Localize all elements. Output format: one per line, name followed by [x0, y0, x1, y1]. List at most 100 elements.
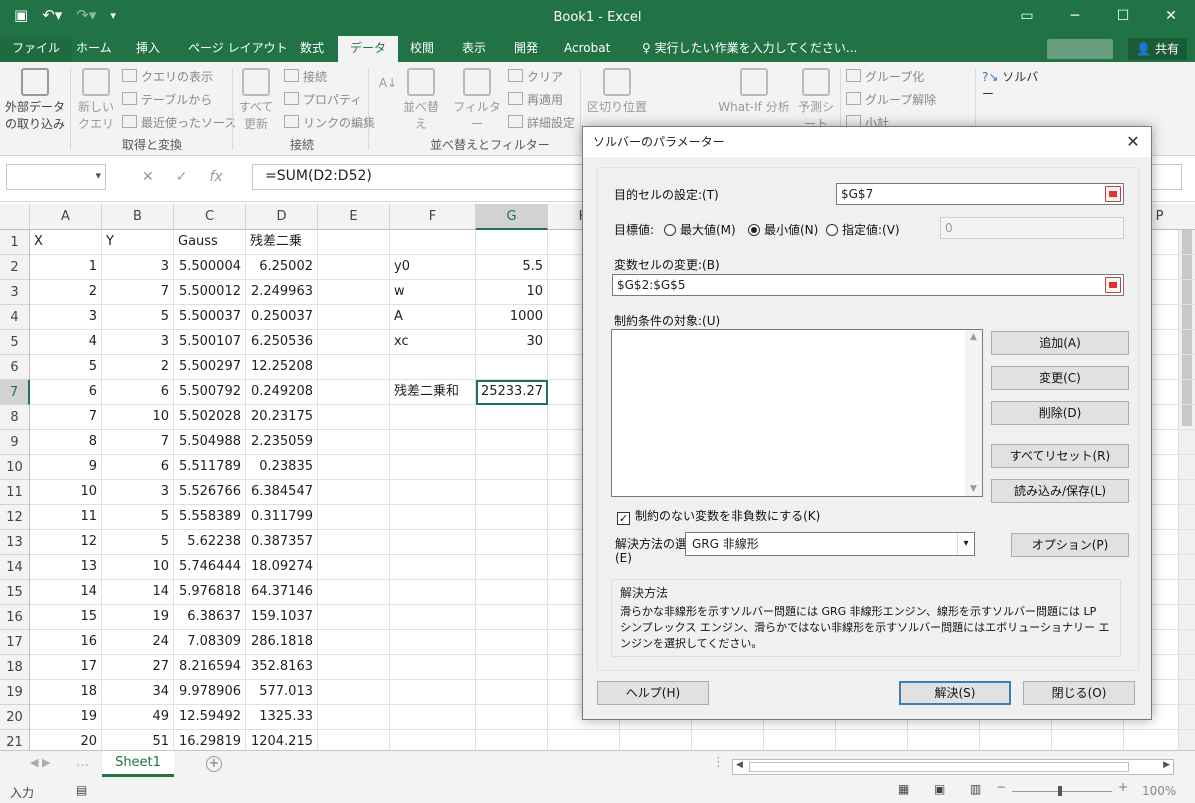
tab-4[interactable]: 数式 — [288, 36, 336, 62]
cell[interactable]: 10 — [476, 280, 548, 305]
row-header[interactable]: 17 — [0, 630, 30, 655]
new-query-button[interactable]: 新しいクエリ — [74, 68, 118, 132]
cell[interactable] — [764, 730, 836, 750]
cell[interactable]: 5.500107 — [174, 330, 246, 355]
from-table-button[interactable]: テーブルから — [122, 91, 212, 108]
scroll-thumb[interactable] — [749, 762, 1129, 772]
macro-record-icon[interactable]: ▤ — [76, 783, 87, 797]
cell[interactable]: 2 — [102, 355, 174, 380]
cell[interactable]: 5.511789 — [174, 455, 246, 480]
cell[interactable]: 7.08309 — [174, 630, 246, 655]
cell[interactable]: 5.500037 — [174, 305, 246, 330]
options-button[interactable]: オプション(P) — [1011, 533, 1129, 557]
cell[interactable]: 24 — [102, 630, 174, 655]
cell[interactable] — [318, 480, 390, 505]
radio-max[interactable]: 最大値(M) — [664, 221, 736, 238]
cell[interactable]: 3 — [102, 255, 174, 280]
group-button[interactable]: グループ化 — [846, 68, 924, 85]
cell[interactable]: 0.311799 — [246, 505, 318, 530]
cell[interactable]: 577.013 — [246, 680, 318, 705]
cell[interactable] — [390, 230, 476, 255]
cell[interactable]: 8 — [30, 430, 102, 455]
cell[interactable] — [390, 605, 476, 630]
cell[interactable] — [318, 355, 390, 380]
cell[interactable]: 5.504988 — [174, 430, 246, 455]
scroll-left-icon[interactable]: ◀ — [736, 760, 743, 770]
tab-2[interactable]: 挿入 — [124, 36, 172, 62]
cell[interactable]: Y — [102, 230, 174, 255]
sort-button[interactable]: 並べ替え — [398, 68, 444, 132]
recent-sources-button[interactable]: 最近使ったソース — [122, 114, 236, 131]
cell[interactable] — [476, 580, 548, 605]
zoom-slider-thumb[interactable] — [1058, 786, 1062, 796]
share-button[interactable]: 👤 共有 — [1128, 38, 1187, 60]
close-button[interactable]: 閉じる(O) — [1023, 681, 1135, 705]
variables-field[interactable]: $G$2:$G$5 — [612, 274, 1124, 296]
row-header[interactable]: 6 — [0, 355, 30, 380]
scroll-up-icon[interactable]: ▲ — [965, 330, 982, 342]
cell[interactable] — [390, 705, 476, 730]
cell[interactable]: 5 — [30, 355, 102, 380]
page-layout-icon[interactable]: ▣ — [934, 782, 945, 796]
row-header[interactable]: 14 — [0, 555, 30, 580]
zoom-in-icon[interactable]: + — [1118, 780, 1128, 794]
account-name[interactable] — [1047, 39, 1113, 59]
cell[interactable]: 5.502028 — [174, 405, 246, 430]
column-header-a[interactable]: A — [30, 204, 102, 230]
cell[interactable]: 11 — [30, 505, 102, 530]
cell[interactable]: 14 — [30, 580, 102, 605]
objective-field[interactable]: $G$7 — [836, 183, 1124, 205]
cell[interactable] — [318, 655, 390, 680]
cell[interactable] — [620, 730, 692, 750]
text-to-columns-button[interactable]: 区切り位置 — [586, 68, 648, 115]
split-handle-icon[interactable]: ⋮ — [712, 755, 725, 770]
cell[interactable] — [390, 730, 476, 750]
row-header[interactable]: 5 — [0, 330, 30, 355]
cell[interactable]: 18.09274 — [246, 555, 318, 580]
cell[interactable] — [476, 430, 548, 455]
column-header-e[interactable]: E — [318, 204, 390, 230]
row-header[interactable]: 21 — [0, 730, 30, 750]
cell[interactable]: 5 — [102, 305, 174, 330]
cell[interactable] — [390, 530, 476, 555]
column-header-b[interactable]: B — [102, 204, 174, 230]
row-header[interactable]: 1 — [0, 230, 30, 255]
cell[interactable] — [476, 530, 548, 555]
cell[interactable] — [476, 355, 548, 380]
cell[interactable] — [1052, 730, 1124, 750]
cell[interactable]: 10 — [30, 480, 102, 505]
cell[interactable] — [390, 505, 476, 530]
cell[interactable]: 5.5 — [476, 255, 548, 280]
minimize-icon[interactable]: ─ — [1051, 0, 1099, 32]
function-icon[interactable]: fx — [209, 169, 222, 185]
cell[interactable]: 残差二乗和 — [390, 380, 476, 405]
cell[interactable] — [318, 280, 390, 305]
cell[interactable]: 5.558389 — [174, 505, 246, 530]
cell[interactable] — [476, 605, 548, 630]
row-header[interactable]: 10 — [0, 455, 30, 480]
cell[interactable]: 6 — [102, 380, 174, 405]
cell[interactable] — [390, 430, 476, 455]
tab-6[interactable]: 校閲 — [398, 36, 446, 62]
row-header[interactable]: 3 — [0, 280, 30, 305]
cell[interactable] — [390, 655, 476, 680]
cell[interactable]: 5.526766 — [174, 480, 246, 505]
row-header[interactable]: 9 — [0, 430, 30, 455]
cell[interactable] — [318, 455, 390, 480]
cell[interactable]: 10 — [102, 555, 174, 580]
filter-button[interactable]: フィルター — [452, 68, 502, 132]
cell[interactable] — [908, 730, 980, 750]
cell[interactable] — [318, 505, 390, 530]
cell[interactable]: 残差二乗 — [246, 230, 318, 255]
cell[interactable]: 0.23835 — [246, 455, 318, 480]
cell[interactable] — [318, 405, 390, 430]
cell[interactable]: 20.23175 — [246, 405, 318, 430]
cell[interactable]: 27 — [102, 655, 174, 680]
cell[interactable]: 25233.27 — [476, 380, 548, 405]
cell[interactable]: 19 — [102, 605, 174, 630]
cell[interactable] — [390, 630, 476, 655]
cell[interactable]: 0.387357 — [246, 530, 318, 555]
page-break-icon[interactable]: ▥ — [970, 782, 981, 796]
cell[interactable]: 2 — [30, 280, 102, 305]
cell[interactable]: 5.62238 — [174, 530, 246, 555]
